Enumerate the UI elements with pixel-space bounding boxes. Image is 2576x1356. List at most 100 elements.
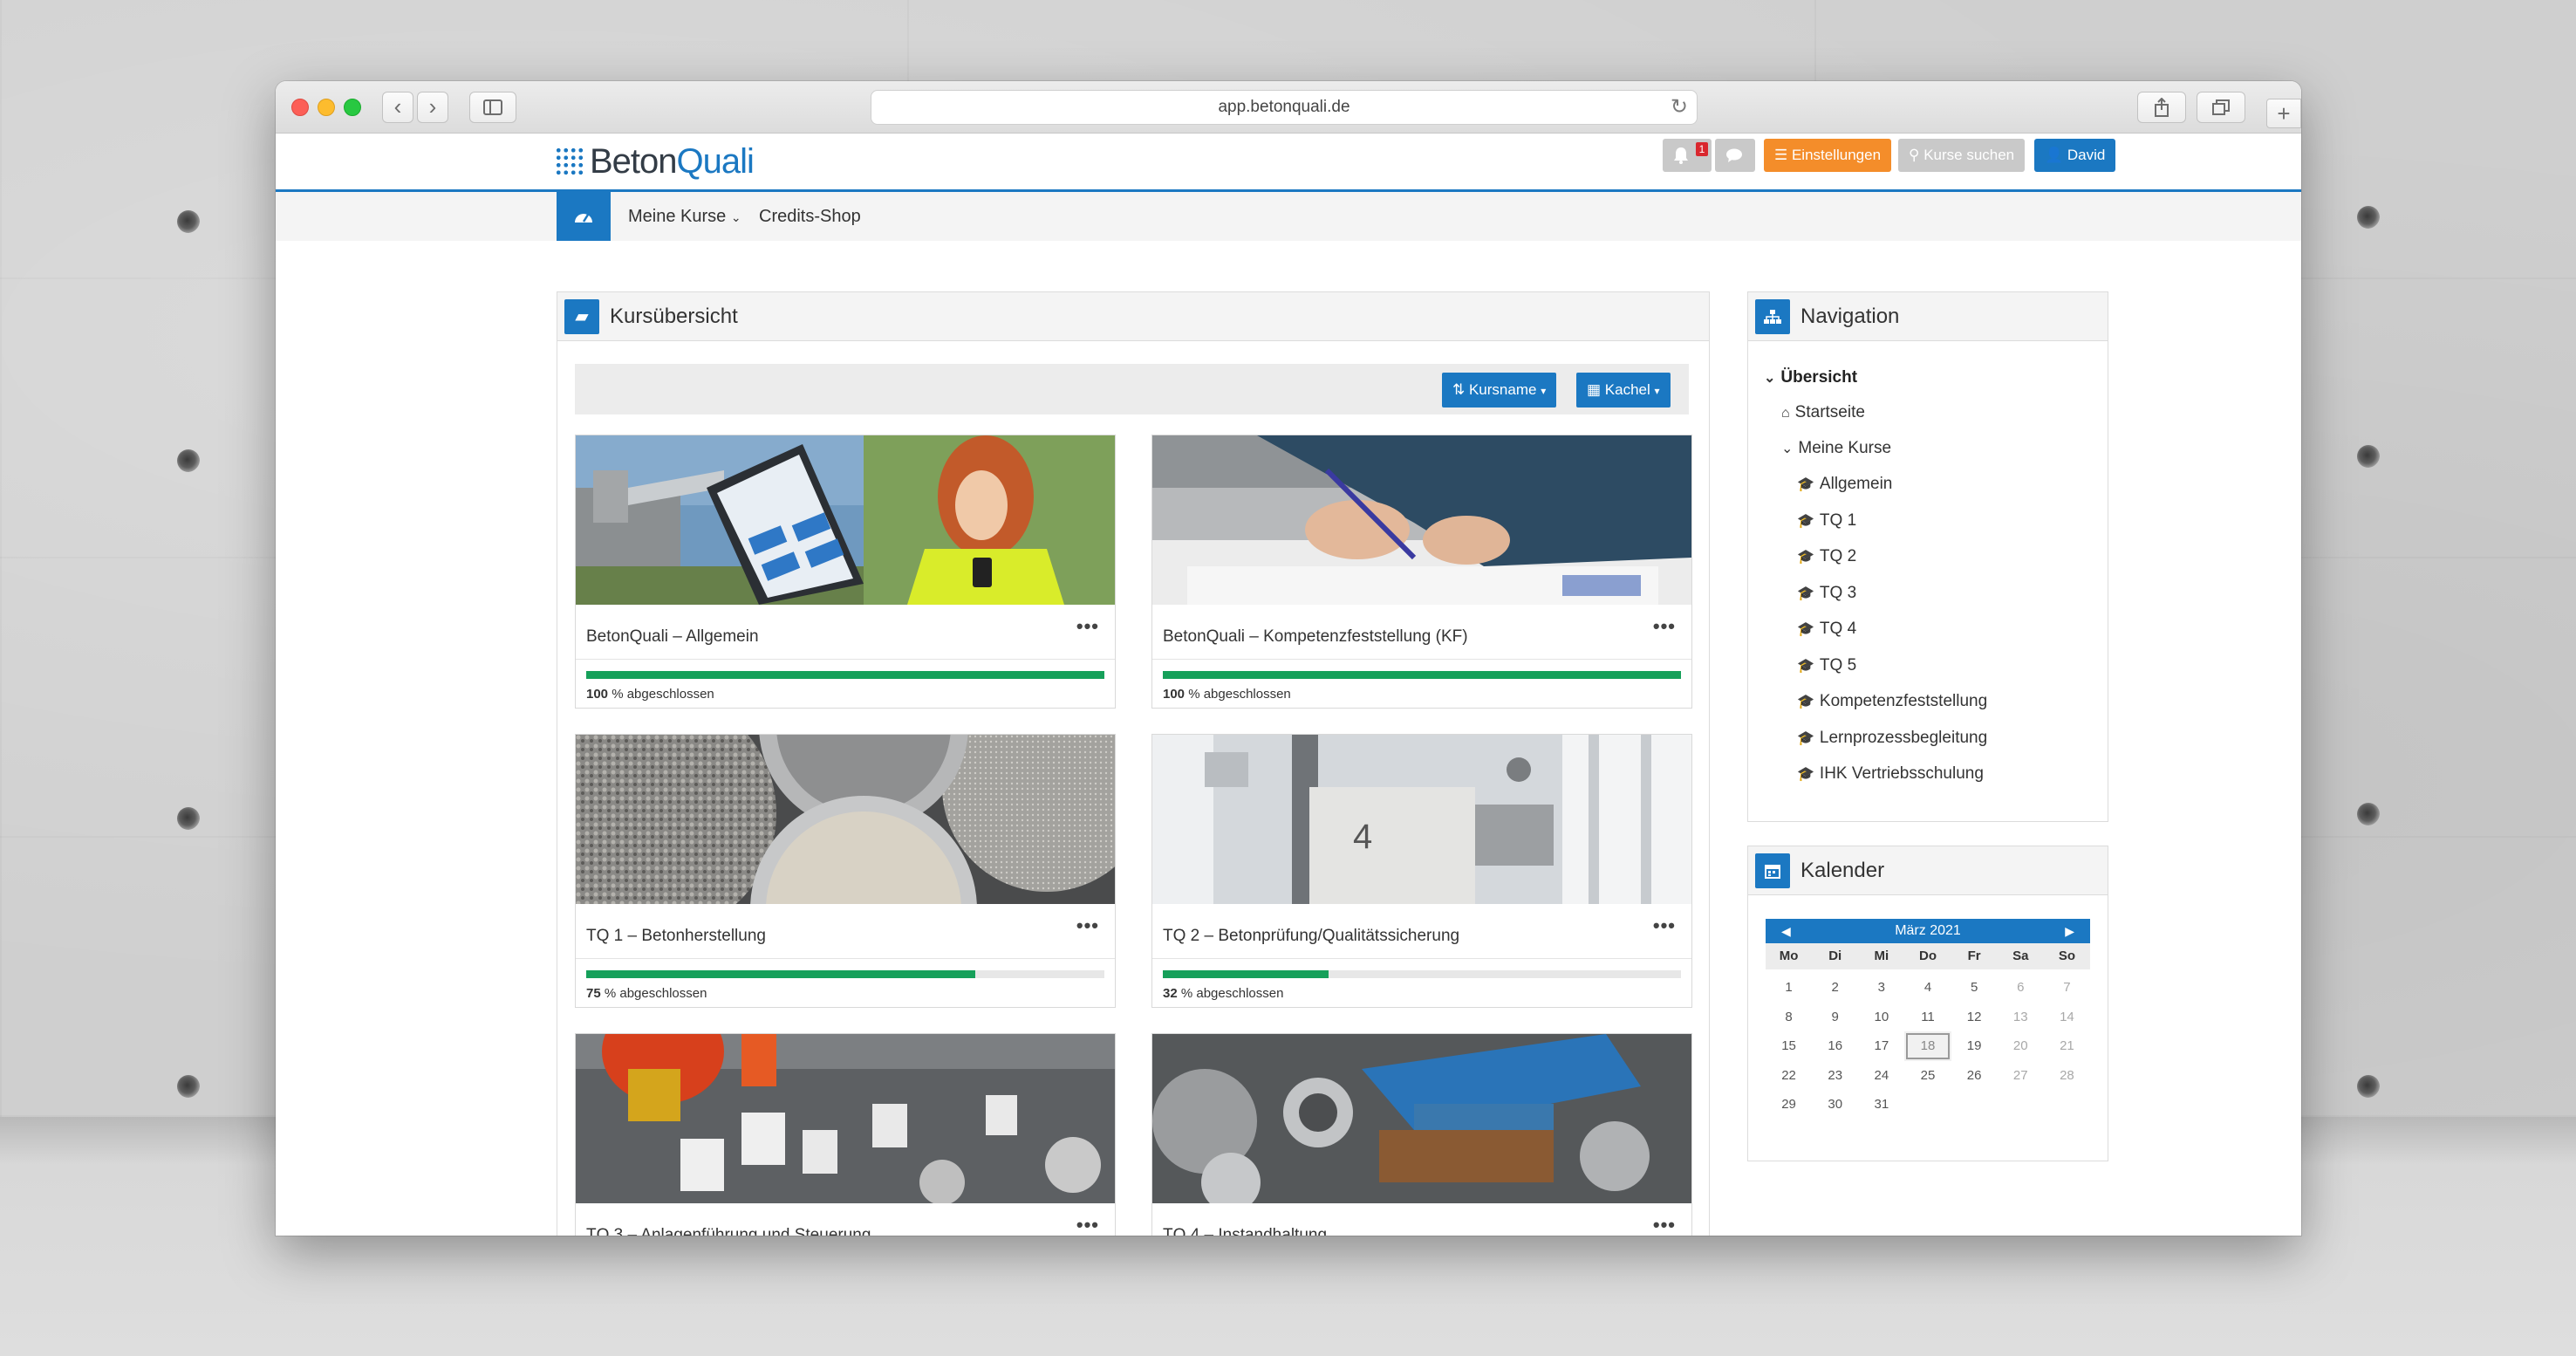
close-window-button[interactable] <box>291 99 309 116</box>
calendar-day[interactable]: 8 <box>1766 1003 1812 1032</box>
course-title[interactable]: TQ 2 – Betonprüfung/Qualitätssicherung <box>1163 927 1459 946</box>
course-card[interactable]: TQ 1 – Betonherstellung ••• 75 % abgesch… <box>575 734 1116 1008</box>
share-button[interactable] <box>2137 92 2186 123</box>
calendar-day[interactable]: 27 <box>1998 1061 2044 1091</box>
nav-course-tq2[interactable]: 🎓 TQ 2 <box>1797 547 1856 566</box>
more-options-icon[interactable]: ••• <box>1076 615 1099 638</box>
nav-course-tq4[interactable]: 🎓 TQ 4 <box>1797 620 1856 639</box>
search-courses-button[interactable]: ⚲ Kurse suchen <box>1898 139 2026 172</box>
calendar-day[interactable]: 22 <box>1766 1061 1812 1091</box>
calendar-day[interactable]: 28 <box>2044 1061 2090 1091</box>
menu-credits-shop[interactable]: Credits-Shop <box>759 192 861 241</box>
course-card[interactable]: TQ 3 – Anlagenführung und Steuerung ••• <box>575 1033 1116 1236</box>
nav-course-tq3[interactable]: 🎓 TQ 3 <box>1797 584 1856 603</box>
calendar-day[interactable]: 29 <box>1766 1090 1812 1120</box>
notifications-button[interactable]: 1 <box>1663 139 1712 172</box>
calendar-day[interactable]: 15 <box>1766 1031 1812 1061</box>
tabs-overview-button[interactable] <box>2197 92 2245 123</box>
nav-my-courses[interactable]: ⌄ Meine Kurse <box>1781 439 1891 458</box>
wall-bolt <box>2357 803 2380 825</box>
forward-button[interactable]: › <box>417 92 448 123</box>
sidebar-toggle-button[interactable] <box>469 92 516 123</box>
course-card[interactable]: BetonQuali – Kompetenzfeststellung (KF) … <box>1151 435 1692 709</box>
calendar-day[interactable]: 3 <box>1858 973 1904 1003</box>
calendar-day[interactable]: 13 <box>1998 1003 2044 1032</box>
course-image-tools[interactable] <box>1152 1034 1691 1203</box>
user-menu-button[interactable]: 👤 David <box>2034 139 2116 172</box>
calendar-day[interactable]: 5 <box>1951 973 1998 1003</box>
calendar-day[interactable]: 24 <box>1858 1061 1904 1091</box>
calendar-day[interactable]: 7 <box>2044 973 2090 1003</box>
calendar-day[interactable]: 31 <box>1858 1090 1904 1120</box>
course-title[interactable]: TQ 1 – Betonherstellung <box>586 927 766 946</box>
calendar-day[interactable]: 20 <box>1998 1031 2044 1061</box>
course-card[interactable]: BetonQuali – Allgemein ••• 100 % abgesch… <box>575 435 1116 709</box>
calendar-day[interactable]: 11 <box>1904 1003 1951 1032</box>
calendar-header: Kalender <box>1748 846 2108 895</box>
dashboard-button[interactable] <box>557 192 611 241</box>
sort-dropdown-button[interactable]: ⇅ Kursname ▾ <box>1442 373 1557 407</box>
course-image-test-machine[interactable]: 4 <box>1152 735 1691 904</box>
menu-my-courses[interactable]: Meine Kurse ⌄ <box>628 192 741 242</box>
course-card[interactable]: 4 TQ 2 – Betonprüfung/Qualitätssicherung… <box>1151 734 1692 1008</box>
previous-month-icon[interactable]: ◀ <box>1781 919 1791 943</box>
zoom-window-button[interactable] <box>344 99 361 116</box>
calendar-day[interactable]: 30 <box>1812 1090 1858 1120</box>
course-title[interactable]: TQ 3 – Anlagenführung und Steuerung <box>586 1226 871 1236</box>
browser-window: ‹ › app.betonquali.de ↻ + BetonQuali 1 <box>276 81 2301 1236</box>
nav-course-label: TQ 5 <box>1819 656 1857 675</box>
calendar-day[interactable]: 1 <box>1766 973 1812 1003</box>
nav-course-lernprozessbegleitung[interactable]: 🎓 Lernprozessbegleitung <box>1797 729 1987 748</box>
more-options-icon[interactable]: ••• <box>1076 1214 1099 1236</box>
nav-course-kompetenzfeststellung[interactable]: 🎓 Kompetenzfeststellung <box>1797 692 1987 711</box>
calendar-day[interactable]: 21 <box>2044 1031 2090 1061</box>
course-image-writing[interactable] <box>1152 435 1691 605</box>
course-image-tablet-girl[interactable] <box>576 435 1115 605</box>
more-options-icon[interactable]: ••• <box>1653 615 1676 638</box>
more-options-icon[interactable]: ••• <box>1653 914 1676 937</box>
reload-icon[interactable]: ↻ <box>1671 91 1688 124</box>
calendar-day[interactable]: 16 <box>1812 1031 1858 1061</box>
course-card[interactable]: TQ 4 – Instandhaltung ••• <box>1151 1033 1692 1236</box>
nav-home[interactable]: ⌂ Startseite <box>1781 403 1865 422</box>
calendar-day[interactable]: 4 <box>1904 973 1951 1003</box>
calendar-day[interactable]: 14 <box>2044 1003 2090 1032</box>
new-tab-button[interactable]: + <box>2266 99 2301 128</box>
course-title[interactable]: TQ 4 – Instandhaltung <box>1163 1226 1327 1236</box>
nav-course-tq1[interactable]: 🎓 TQ 1 <box>1797 511 1856 531</box>
nav-course-allgemein[interactable]: 🎓 Allgemein <box>1797 475 1892 494</box>
course-image-aggregates[interactable] <box>576 735 1115 904</box>
course-title[interactable]: BetonQuali – Kompetenzfeststellung (KF) <box>1163 627 1468 647</box>
course-image-control-panel[interactable] <box>576 1034 1115 1203</box>
more-options-icon[interactable]: ••• <box>1076 914 1099 937</box>
calendar-day[interactable]: 9 <box>1812 1003 1858 1032</box>
nav-course-tq5[interactable]: 🎓 TQ 5 <box>1797 656 1856 675</box>
progress-suffix: % abgeschlossen <box>1180 986 1284 1001</box>
graduation-cap-icon: 🎓 <box>1797 477 1814 492</box>
progress-percent: 32 <box>1163 986 1178 1001</box>
calendar-day[interactable]: 10 <box>1858 1003 1904 1032</box>
calendar-week-row: 1 2 3 4 5 6 7 <box>1766 973 2090 1003</box>
calendar-day[interactable]: 23 <box>1812 1061 1858 1091</box>
messages-button[interactable] <box>1715 139 1755 172</box>
site-logo[interactable]: Beton Quali <box>555 142 755 181</box>
next-month-icon[interactable]: ▶ <box>2065 919 2074 943</box>
course-title[interactable]: BetonQuali – Allgemein <box>586 627 759 647</box>
calendar-day[interactable]: 25 <box>1904 1061 1951 1091</box>
back-button[interactable]: ‹ <box>382 92 413 123</box>
calendar-day[interactable]: 6 <box>1998 973 2044 1003</box>
nav-overview[interactable]: ⌄ Übersicht <box>1764 368 1857 387</box>
minimize-window-button[interactable] <box>318 99 335 116</box>
calendar-day[interactable]: 19 <box>1951 1031 1998 1061</box>
course-overview-header: ▰ Kursübersicht <box>557 292 1709 341</box>
calendar-day-today[interactable]: 18 <box>1904 1031 1951 1061</box>
settings-button[interactable]: ☰ Einstellungen <box>1764 139 1892 172</box>
calendar-day[interactable]: 2 <box>1812 973 1858 1003</box>
address-bar[interactable]: app.betonquali.de ↻ <box>871 90 1698 125</box>
calendar-day[interactable]: 17 <box>1858 1031 1904 1061</box>
calendar-day[interactable]: 26 <box>1951 1061 1998 1091</box>
view-dropdown-button[interactable]: ▦ Kachel ▾ <box>1576 373 1671 407</box>
nav-course-ihk[interactable]: 🎓 IHK Vertriebsschulung <box>1797 764 1984 784</box>
more-options-icon[interactable]: ••• <box>1653 1214 1676 1236</box>
calendar-day[interactable]: 12 <box>1951 1003 1998 1032</box>
